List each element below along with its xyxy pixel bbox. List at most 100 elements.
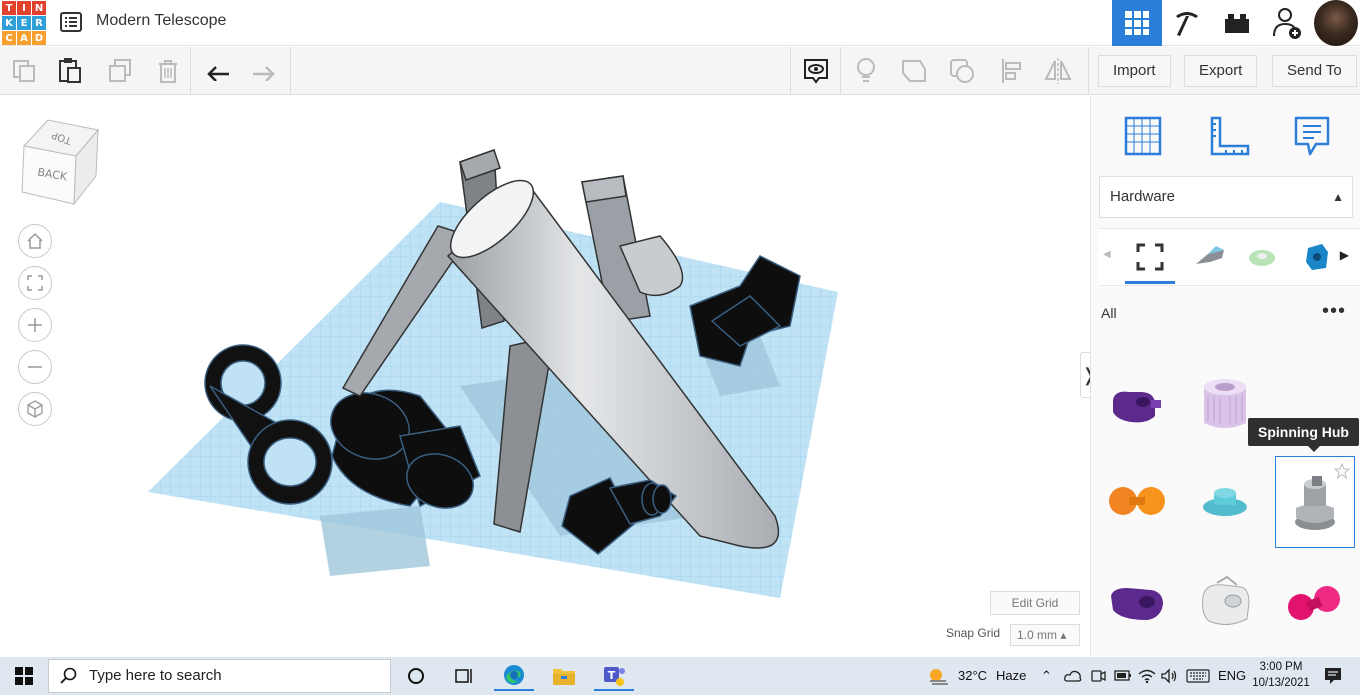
clip-icon	[1249, 250, 1275, 266]
shape-spinning-hub[interactable]	[1275, 456, 1355, 548]
teams-taskbar-button[interactable]: T	[594, 661, 634, 691]
snap-grid-select[interactable]: 1.0 mm ▴	[1010, 624, 1080, 646]
purple-clip-icon	[1113, 391, 1161, 423]
align-button[interactable]	[996, 55, 1028, 87]
carousel-next-icon[interactable]: ▶	[1340, 248, 1349, 262]
shape-orange-dumbbell[interactable]	[1097, 456, 1177, 546]
send-to-button[interactable]: Send To	[1272, 55, 1357, 87]
duplicate-icon	[109, 59, 131, 82]
align-icon	[1002, 59, 1021, 83]
start-button[interactable]	[4, 661, 44, 691]
clock-date: 10/13/2021	[1252, 677, 1310, 689]
shape-purple-clip[interactable]	[1097, 360, 1177, 450]
eye-bubble-icon	[804, 59, 828, 84]
brick-icon	[1225, 14, 1249, 33]
trash-icon	[159, 60, 177, 83]
teal-cap-icon	[1203, 488, 1247, 516]
mirror-icon	[1044, 58, 1072, 84]
shapes-panel: Hardware ▲ ◀ ▶ All •••	[1090, 96, 1360, 656]
ruler-tool-icon[interactable]	[1206, 114, 1250, 158]
input-language[interactable]: ENG	[1218, 668, 1246, 683]
logo-tile: D	[32, 31, 46, 45]
workplane-tool-icon[interactable]	[1120, 114, 1164, 158]
codeblocks-button[interactable]	[1162, 0, 1212, 46]
logo-tile: C	[2, 31, 16, 45]
group-button[interactable]	[898, 55, 930, 87]
logo-tile: I	[17, 1, 31, 15]
copy-button[interactable]	[8, 55, 40, 87]
group-icon	[902, 60, 926, 82]
task-view-button[interactable]	[444, 661, 484, 691]
filter-label: All	[1101, 305, 1117, 321]
shape-teal-cap[interactable]	[1185, 456, 1265, 546]
export-button[interactable]: Export	[1184, 55, 1258, 87]
file-explorer-button[interactable]	[544, 661, 584, 691]
redo-button[interactable]	[248, 55, 280, 87]
battery-icon[interactable]	[1114, 669, 1132, 683]
category-underline	[1125, 281, 1175, 284]
select-frame-icon	[1136, 243, 1164, 271]
copy-icon	[13, 60, 35, 82]
scene[interactable]	[0, 96, 1090, 656]
magenta-dumbbell-icon	[1288, 586, 1340, 620]
category-clips[interactable]	[1245, 241, 1279, 273]
category-nuts[interactable]	[1299, 241, 1333, 273]
orange-dumbbell-icon	[1109, 487, 1165, 515]
weather-icon[interactable]	[926, 666, 950, 686]
edge-icon	[504, 665, 524, 685]
weather-text[interactable]: Haze	[996, 668, 1026, 683]
meet-now-icon[interactable]	[1090, 668, 1106, 684]
system-clock[interactable]: 3:00 PM 10/13/2021	[1248, 659, 1314, 691]
import-button[interactable]: Import	[1098, 55, 1171, 87]
library-select-value: Hardware	[1110, 188, 1176, 205]
user-avatar[interactable]	[1314, 0, 1358, 46]
duplicate-button[interactable]	[104, 55, 136, 87]
edit-grid-button[interactable]: Edit Grid	[990, 591, 1080, 615]
edit-toolbar: Import Export Send To	[0, 47, 1360, 95]
onedrive-icon[interactable]	[1064, 669, 1082, 683]
shape-purple-clip-2[interactable]	[1097, 558, 1177, 648]
volume-icon[interactable]	[1160, 668, 1178, 684]
keyboard-icon[interactable]	[1186, 669, 1210, 683]
carousel-prev-icon[interactable]: ◀	[1103, 249, 1111, 260]
library-select[interactable]: Hardware ▲	[1099, 176, 1353, 218]
mirror-button[interactable]	[1042, 55, 1074, 87]
edge-taskbar-button[interactable]	[494, 661, 534, 691]
notes-button[interactable]	[850, 55, 882, 87]
shape-tooltip: Spinning Hub	[1248, 418, 1359, 452]
search-icon	[60, 667, 77, 684]
notifications-icon[interactable]	[1324, 667, 1342, 685]
logo-tile: T	[2, 1, 16, 15]
project-title[interactable]: Modern Telescope	[96, 12, 226, 30]
ungroup-button[interactable]	[946, 55, 978, 87]
windows-taskbar: Type here to search T 32°C Haze ⌃ ENG 3:…	[0, 657, 1360, 695]
cortana-button[interactable]	[396, 661, 436, 691]
shape-white-clip[interactable]	[1185, 558, 1265, 648]
paste-button[interactable]	[54, 55, 86, 87]
windows-logo-icon	[15, 667, 33, 685]
show-all-button[interactable]	[800, 55, 832, 87]
undo-button[interactable]	[202, 55, 234, 87]
category-carousel: ◀ ▶	[1099, 228, 1360, 286]
taskbar-search-box[interactable]: Type here to search	[48, 659, 391, 693]
delete-button[interactable]	[152, 55, 184, 87]
3d-view-button[interactable]	[1112, 0, 1162, 46]
more-options-icon[interactable]: •••	[1322, 300, 1346, 323]
shape-magenta-dumbbell[interactable]	[1275, 558, 1355, 648]
favorite-star-icon[interactable]	[1334, 463, 1350, 479]
nut-icon	[1306, 244, 1328, 270]
tray-chevron-up-icon[interactable]: ⌃	[1041, 668, 1052, 684]
wifi-icon[interactable]	[1138, 668, 1156, 684]
add-user-button[interactable]	[1262, 0, 1312, 46]
category-all[interactable]	[1133, 241, 1167, 273]
workplane-viewport[interactable]: TOP BACK Edit Grid Snap Grid 1.0 mm ▴	[0, 96, 1090, 656]
bricks-button[interactable]	[1212, 0, 1262, 46]
tinkercad-logo[interactable]: TIN KER CAD	[2, 1, 46, 45]
cortana-circle-icon	[408, 668, 424, 684]
grid-icon	[1125, 11, 1149, 35]
notes-tool-icon[interactable]	[1292, 114, 1332, 158]
design-list-icon[interactable]	[60, 11, 82, 33]
weather-temp[interactable]: 32°C	[958, 668, 987, 683]
select-arrows-icon: ▲	[1332, 190, 1344, 204]
category-hardware[interactable]	[1193, 241, 1227, 273]
